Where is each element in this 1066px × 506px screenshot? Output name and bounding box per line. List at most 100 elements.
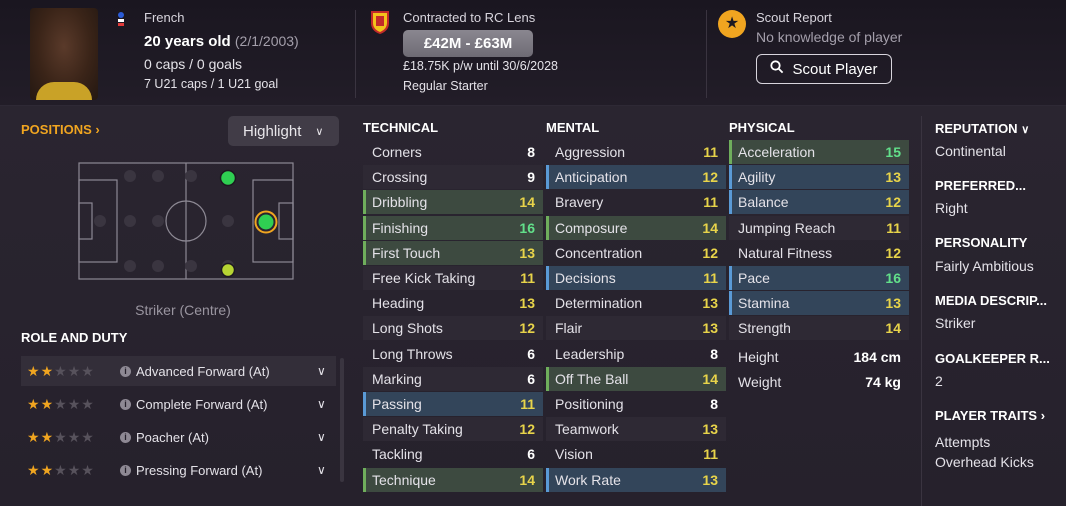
mental-attribute-row[interactable]: Vision 11 [546,442,726,466]
attribute-value: 13 [519,295,535,312]
mental-attribute-row[interactable]: Anticipation 12 [546,165,726,190]
role-name: Poacher (At) [136,429,209,445]
attribute-value: 11 [703,144,718,160]
attribute-value: 11 [703,270,718,286]
physical-attribute-row[interactable]: Balance 12 [729,190,909,215]
technical-attribute-row[interactable]: First Touch 13 [363,240,543,265]
technical-attribute-row[interactable]: Technique 14 [363,467,543,492]
technical-attribute-row[interactable]: Corners 8 [363,140,543,164]
role-row[interactable]: ★★★★★ i Poacher (At) ∨ [21,422,336,452]
attribute-value: 11 [886,219,901,236]
mental-attribute-row[interactable]: Determination 13 [546,291,726,315]
attribute-name: Off The Ball [555,370,629,387]
caps-goals: 0 caps / 0 goals [144,56,243,72]
attribute-name: Flair [555,320,583,337]
mental-attribute-row[interactable]: Bravery 11 [546,190,726,214]
info-icon[interactable]: i [120,398,131,410]
value-range-badge[interactable]: £42M - £63M [403,30,533,57]
attribute-name: Pace [738,270,770,286]
attribute-name: Technique [372,471,436,488]
role-rating-stars: ★★★★★ [27,428,95,445]
physical-attribute-row[interactable]: Strength 14 [729,316,909,341]
mental-attribute-row[interactable]: Positioning 8 [546,392,726,416]
technical-attribute-row[interactable]: Passing 11 [363,392,543,416]
role-row[interactable]: ★★★★★ i Advanced Forward (At) ∨ [21,356,336,386]
mental-attribute-row[interactable]: Aggression 11 [546,140,726,164]
chevron-down-icon[interactable]: ∨ [317,430,326,444]
mental-attribute-row[interactable]: Teamwork 13 [546,417,726,442]
physical-attribute-row[interactable]: Acceleration 15 [729,140,909,164]
info-icon[interactable]: i [120,464,131,476]
scout-report-text: No knowledge of player [756,29,903,45]
player-info-sidebar: REPUTATION ∨ Continental PREFERRED... Ri… [921,116,1066,506]
role-row[interactable]: ★★★★★ i Pressing Forward (At) ∨ [21,455,336,485]
technical-attribute-row[interactable]: Finishing 16 [363,215,543,240]
position-marker [219,169,237,187]
physical-attribute-row[interactable]: Pace 16 [729,266,909,290]
chevron-down-icon[interactable]: ∨ [317,364,326,378]
chevron-down-icon[interactable]: ∨ [317,463,326,477]
mental-attribute-row[interactable]: Work Rate 13 [546,467,726,492]
attribute-name: Jumping Reach [738,219,836,236]
attribute-name: Dribbling [372,194,428,211]
info-icon[interactable]: i [120,431,131,443]
highlight-dropdown[interactable]: Highlight ∨ [228,116,339,146]
attribute-value: 11 [520,270,535,286]
mental-attribute-row[interactable]: Decisions 11 [546,266,726,290]
attribute-value: 12 [885,194,901,211]
reputation-header[interactable]: REPUTATION ∨ [935,121,1029,136]
star-icon: ★ [718,10,746,38]
attribute-value: 13 [519,244,535,261]
attribute-value: 13 [885,169,901,186]
technical-attribute-row[interactable]: Free Kick Taking 11 [363,266,543,290]
attribute-name: Penalty Taking [372,421,463,438]
attribute-value: 12 [519,421,535,438]
player-portrait [30,8,98,100]
attribute-name: Acceleration [738,144,816,160]
mental-attribute-row[interactable]: Concentration 12 [546,241,726,265]
height-value: 184 cm [853,349,901,365]
physical-attribute-row[interactable]: Natural Fitness 12 [729,241,909,265]
technical-attribute-row[interactable]: Penalty Taking 12 [363,417,543,442]
scout-player-label: Scout Player [792,60,878,78]
attribute-value: 13 [885,295,901,312]
technical-attribute-row[interactable]: Crossing 9 [363,165,543,190]
technical-attribute-row[interactable]: Long Throws 6 [363,342,543,366]
height-row: Height 184 cm [729,345,909,369]
attribute-value: 11 [703,446,718,463]
attribute-value: 13 [702,320,718,337]
technical-attribute-row[interactable]: Long Shots 12 [363,316,543,341]
attribute-name: Agility [738,169,776,186]
technical-attribute-row[interactable]: Heading 13 [363,291,543,315]
physical-attribute-row[interactable]: Agility 13 [729,165,909,190]
scout-player-button[interactable]: Scout Player [756,54,892,84]
preferred-foot-value: Right [935,200,968,216]
attribute-value: 11 [703,194,718,211]
attribute-name: Long Shots [372,320,443,337]
attribute-name: Positioning [555,396,624,412]
attribute-value: 16 [885,270,901,286]
mental-attribute-row[interactable]: Leadership 8 [546,342,726,366]
attribute-value: 16 [519,219,535,236]
mental-attribute-row[interactable]: Composure 14 [546,215,726,240]
attribute-name: Long Throws [372,345,453,362]
physical-attribute-row[interactable]: Stamina 13 [729,291,909,316]
attribute-name: Corners [372,144,422,160]
chevron-down-icon[interactable]: ∨ [317,397,326,411]
technical-attribute-row[interactable]: Dribbling 14 [363,190,543,215]
attribute-value: 14 [702,370,718,387]
u21-caps: 7 U21 caps / 1 U21 goal [144,77,279,91]
attribute-name: Marking [372,370,422,387]
technical-attribute-row[interactable]: Marking 6 [363,366,543,391]
mental-attribute-row[interactable]: Flair 13 [546,316,726,341]
mental-attribute-row[interactable]: Off The Ball 14 [546,366,726,391]
role-row[interactable]: ★★★★★ i Complete Forward (At) ∨ [21,389,336,419]
player-traits-link[interactable]: PLAYER TRAITS › [935,408,1045,423]
technical-attribute-row[interactable]: Tackling 6 [363,442,543,466]
role-scrollbar[interactable] [340,358,344,482]
info-icon[interactable]: i [120,365,131,377]
physical-attribute-row[interactable]: Jumping Reach 11 [729,215,909,240]
attribute-name: Anticipation [555,169,628,186]
search-icon [770,60,784,78]
positions-link[interactable]: POSITIONS › [21,122,100,137]
